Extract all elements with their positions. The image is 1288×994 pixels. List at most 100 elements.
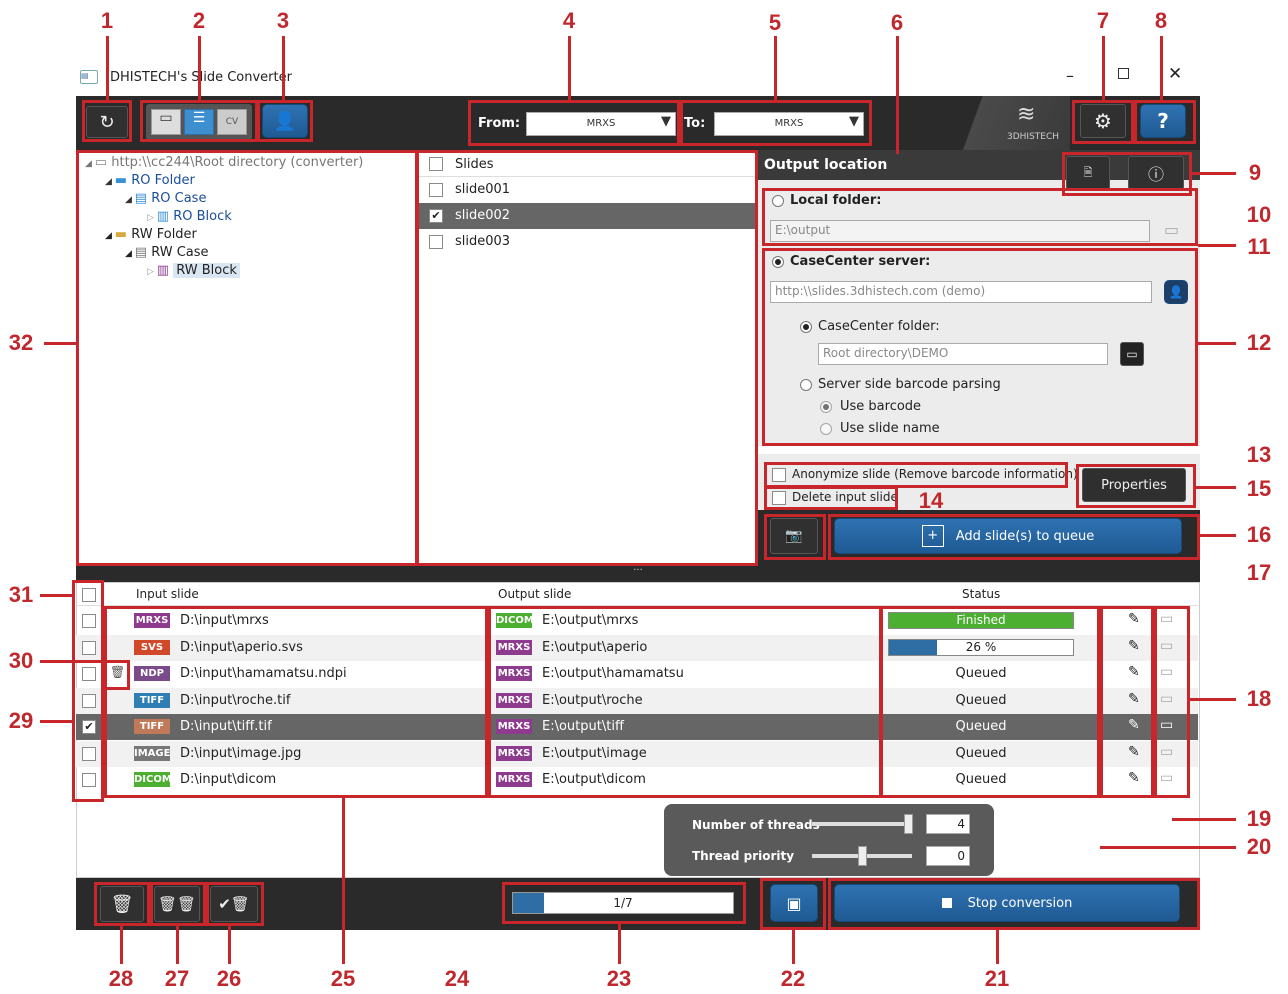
output-slide-header: Output slide — [498, 587, 572, 601]
callout-line — [1200, 534, 1236, 537]
threads-panel: Number of threads 4 Thread priority 0 — [664, 804, 994, 876]
callout-number: 23 — [606, 966, 632, 991]
callout-box — [762, 188, 1198, 246]
callout-number: 20 — [1246, 834, 1272, 859]
callout-box — [140, 100, 258, 142]
callout-line — [1198, 342, 1236, 345]
threads-value[interactable]: 4 — [926, 814, 970, 834]
callout-box — [206, 882, 264, 926]
callout-line — [774, 36, 777, 100]
callout-box — [72, 580, 104, 802]
callout-line — [40, 720, 72, 723]
callout-box — [880, 606, 1100, 798]
callout-number: 2 — [192, 8, 206, 33]
callout-box — [1134, 100, 1196, 144]
callout-number: 8 — [1154, 8, 1168, 33]
callout-line — [176, 926, 179, 964]
callout-number: 19 — [1246, 806, 1272, 831]
callout-box — [760, 878, 826, 930]
callout-number: 13 — [1246, 442, 1272, 467]
callout-line — [44, 342, 76, 345]
app-icon: ▤ — [80, 70, 98, 84]
callout-box — [104, 606, 488, 798]
callout-number: 12 — [1246, 330, 1272, 355]
callout-box — [828, 878, 1200, 930]
callout-box — [762, 248, 1198, 446]
callout-box — [257, 100, 313, 142]
callout-box — [764, 462, 1068, 488]
callout-line — [228, 926, 231, 964]
callout-number: 27 — [164, 966, 190, 991]
callout-number: 16 — [1246, 522, 1272, 547]
callout-number: 22 — [780, 966, 806, 991]
priority-slider-thumb[interactable] — [858, 846, 867, 866]
maximize-icon[interactable] — [1118, 68, 1129, 79]
callout-number: 3 — [276, 8, 290, 33]
callout-line — [40, 594, 72, 597]
callout-number: 31 — [8, 582, 34, 607]
callout-line — [568, 36, 571, 100]
callout-number: 9 — [1248, 160, 1262, 185]
callout-line — [1196, 486, 1236, 489]
threads-label: Number of threads — [692, 818, 820, 832]
callout-line — [1160, 36, 1163, 100]
callout-box — [488, 606, 882, 798]
callout-number: 11 — [1247, 234, 1271, 259]
callout-line — [198, 36, 201, 100]
callout-box — [1072, 100, 1134, 144]
callout-number: 29 — [8, 708, 34, 733]
callout-line — [1100, 846, 1236, 849]
callout-line — [1102, 36, 1105, 100]
callout-line — [342, 798, 345, 964]
callout-number: 28 — [108, 966, 134, 991]
callout-number: 10 — [1246, 202, 1272, 227]
priority-value[interactable]: 0 — [926, 846, 970, 866]
callout-number: 24 — [444, 966, 470, 991]
callout-number: 18 — [1246, 686, 1272, 711]
callout-line — [1192, 172, 1236, 175]
callout-line — [996, 930, 999, 964]
callout-line — [282, 36, 285, 100]
output-title: Output location — [764, 157, 888, 173]
close-icon[interactable]: ✕ — [1168, 64, 1182, 84]
callout-line — [792, 930, 795, 964]
title-bar: ▤ DHISTECH's Slide Converter – ✕ — [76, 62, 1200, 96]
callout-box — [76, 150, 418, 566]
status-header: Status — [962, 587, 1001, 601]
brand-logo: 3DHISTECH — [1007, 132, 1060, 142]
input-slide-header: Input slide — [136, 587, 199, 601]
callout-line — [40, 660, 104, 663]
priority-label: Thread priority — [692, 849, 795, 863]
callout-number: 5 — [768, 10, 782, 35]
callout-number: 26 — [216, 966, 242, 991]
callout-number: 15 — [1246, 476, 1272, 501]
callout-number: 21 — [984, 966, 1010, 991]
priority-slider[interactable] — [812, 846, 912, 866]
callout-box — [150, 882, 206, 926]
callout-number: 30 — [8, 648, 34, 673]
callout-number: 32 — [8, 330, 34, 355]
callout-line — [896, 36, 899, 154]
minimize-icon[interactable]: – — [1066, 66, 1074, 85]
callout-number: 14 — [918, 488, 944, 513]
callout-box — [82, 100, 132, 142]
threads-slider-thumb[interactable] — [904, 814, 913, 834]
callout-line — [618, 924, 621, 964]
callout-box — [1100, 606, 1154, 798]
callout-box — [828, 514, 1200, 560]
callout-number: 4 — [562, 8, 576, 33]
callout-box — [468, 100, 680, 146]
queue-header: Input slide Output slide Status — [76, 584, 1198, 606]
callout-line — [106, 36, 109, 100]
callout-box — [680, 100, 872, 146]
splitter[interactable]: ... — [76, 563, 1200, 582]
callout-number: 25 — [330, 966, 356, 991]
threads-slider[interactable] — [812, 814, 913, 834]
callout-box — [94, 882, 150, 926]
callout-line — [120, 926, 123, 964]
callout-box — [416, 150, 758, 566]
separator — [758, 446, 1200, 454]
callout-number: 7 — [1096, 8, 1110, 33]
callout-number: 6 — [890, 10, 904, 35]
header-graphic: ≋ 3DHISTECH — [955, 96, 1070, 150]
